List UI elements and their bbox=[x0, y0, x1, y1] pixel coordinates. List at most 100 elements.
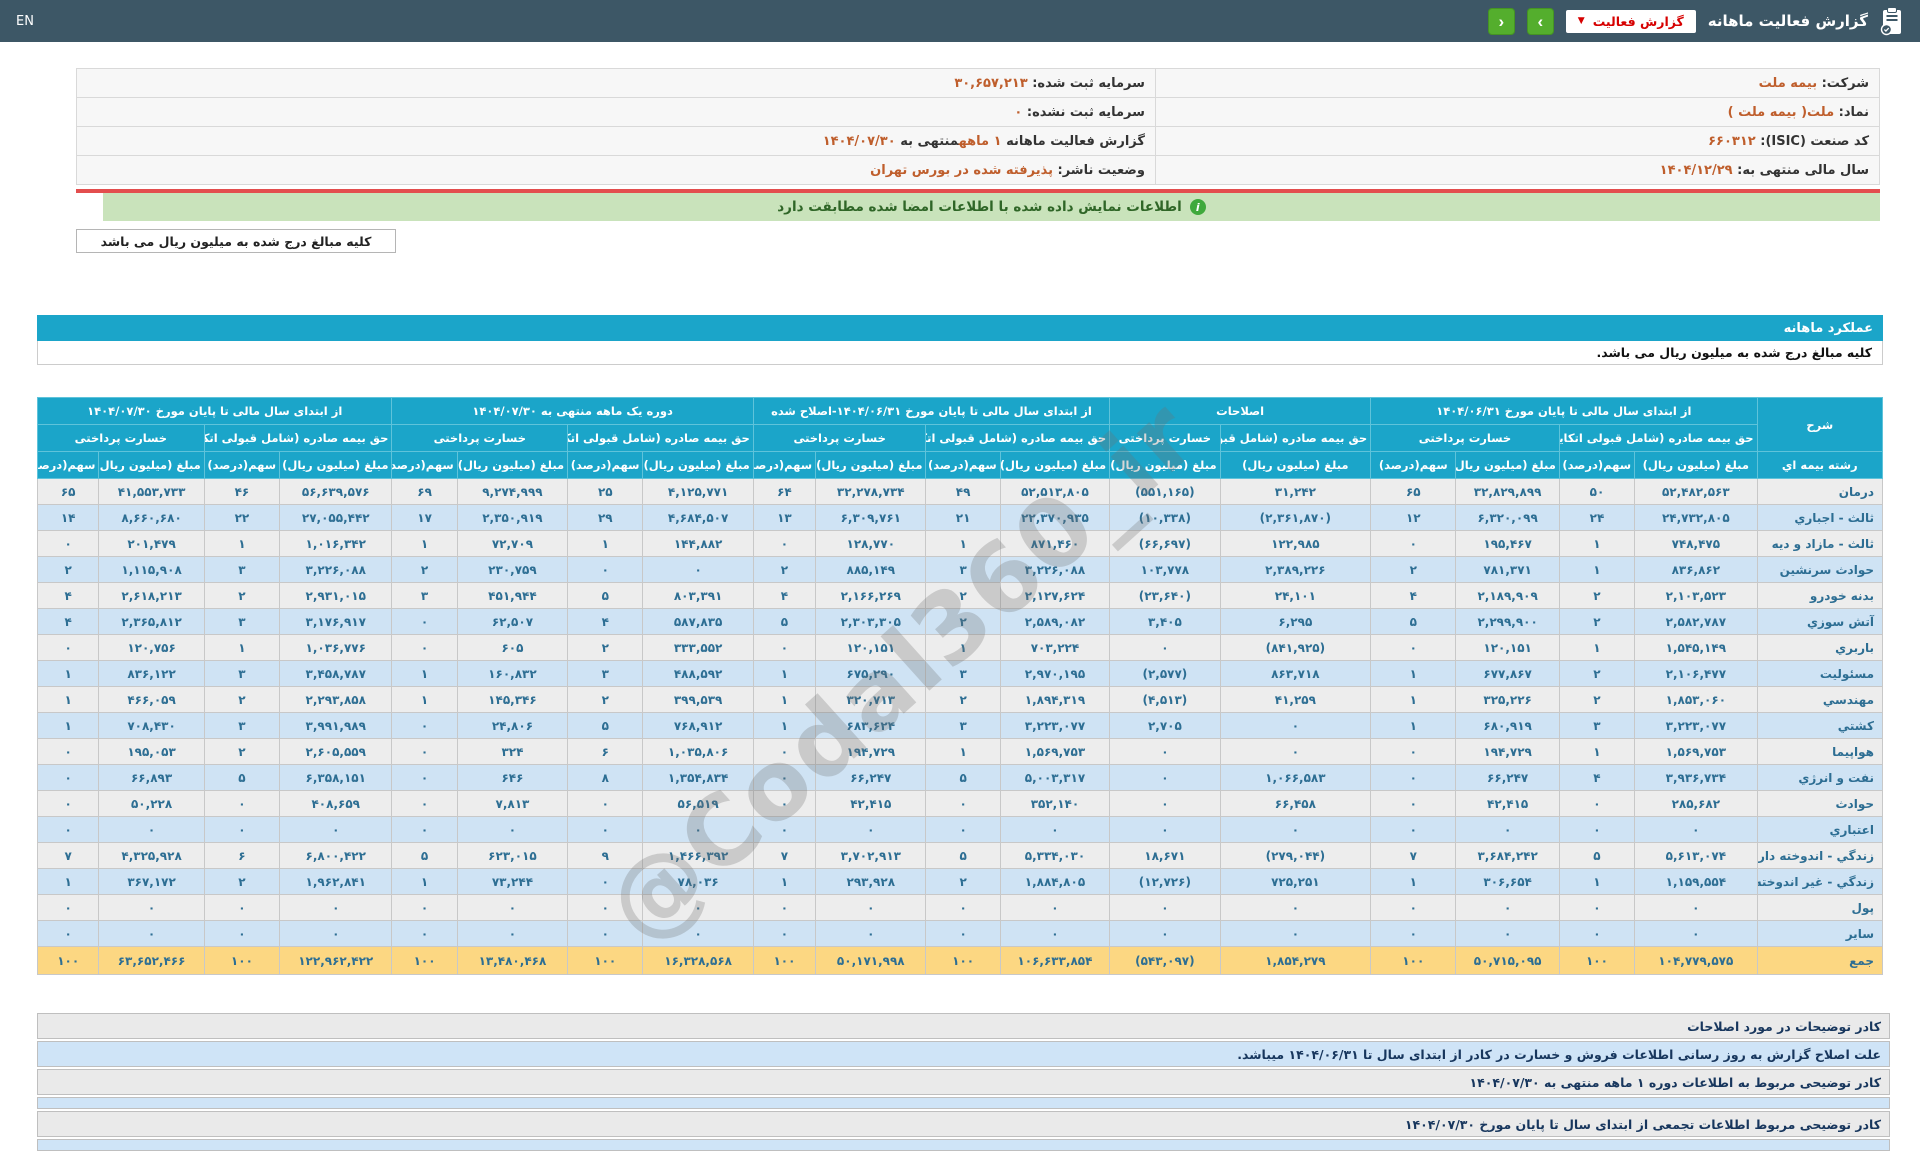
row-label: آتش سوزي bbox=[1756, 608, 1884, 635]
info-row: شرکت: بیمه ملت سرمایه ثبت شده: ۳۰,۶۵۷,۲۱۳ bbox=[76, 68, 1881, 98]
data-cell: ۰ bbox=[1634, 894, 1758, 921]
data-cell: ۱۰۴,۷۷۹,۵۷۵ bbox=[1634, 946, 1758, 975]
data-cell: ۱ bbox=[391, 660, 458, 687]
data-cell: ۰ bbox=[1634, 920, 1758, 947]
data-cell: ۱,۰۱۶,۳۴۲ bbox=[279, 530, 393, 557]
data-cell: ۶۰۵ bbox=[456, 634, 569, 661]
data-cell: ۶۶,۲۴۷ bbox=[815, 764, 927, 791]
data-cell: ۰ bbox=[1370, 530, 1457, 557]
language-toggle-en[interactable]: EN bbox=[16, 14, 34, 29]
data-cell: ۱۲۰,۱۵۱ bbox=[815, 634, 927, 661]
data-cell: ۵ bbox=[567, 712, 644, 739]
data-cell: ۳ bbox=[925, 660, 1001, 687]
data-cell: ۱,۵۴۵,۱۴۹ bbox=[1634, 634, 1758, 661]
col-header-share: سهم(درصد) bbox=[752, 451, 817, 479]
row-label: درمان bbox=[1756, 478, 1884, 505]
data-cell: ۰ bbox=[642, 920, 754, 947]
data-cell: ۰ bbox=[391, 816, 458, 843]
data-cell: ۳ bbox=[203, 608, 281, 635]
performance-table-wrap: @Codal360_ir شرح از ابتدای سال مالی تا پا… bbox=[36, 379, 1884, 975]
data-cell: ۰ bbox=[1370, 790, 1457, 817]
data-cell: ۰ bbox=[36, 920, 100, 947]
data-cell: ۱,۳۵۴,۸۳۴ bbox=[642, 764, 754, 791]
data-cell: ۱,۵۶۹,۷۵۳ bbox=[999, 738, 1111, 765]
row-label: کشتي bbox=[1756, 712, 1884, 739]
info-label: سال مالی منتهی به: bbox=[1732, 162, 1869, 178]
data-cell: ۲ bbox=[567, 686, 644, 713]
col-header-premium: حق بیمه صادره (شامل قبولی اتکایی) bbox=[925, 424, 1111, 452]
col-header-amount: مبلغ (میلیون ریال) bbox=[815, 451, 927, 479]
report-type-dropdown[interactable]: گزارش فعالیت ▼ bbox=[1565, 9, 1696, 33]
data-cell: ۱ bbox=[36, 660, 100, 687]
table-row: مهندسي ۱,۸۵۳,۰۶۰ ۲ ۳۲۵,۲۲۶ ۱ ۴۱,۲۵۹ (۴,۵۱۳) ۱,۸… bbox=[36, 686, 1884, 713]
note-empty-row bbox=[37, 1139, 1890, 1151]
data-cell: ۱۲ bbox=[1370, 504, 1457, 531]
info-label: شرکت: bbox=[1817, 75, 1869, 91]
data-cell: ۶۶,۸۹۳ bbox=[98, 764, 205, 791]
data-cell: ۲۷,۰۵۵,۴۴۲ bbox=[279, 504, 393, 531]
data-cell: ۳ bbox=[203, 660, 281, 687]
data-cell: ۲,۶۱۸,۲۱۳ bbox=[98, 582, 205, 609]
data-cell: ۱ bbox=[1558, 868, 1636, 895]
table-row: نفت و انرژي ۳,۹۳۶,۷۳۴ ۴ ۶۶,۲۴۷ ۰ ۱,۰۶۶,۵۸۳ ۰ ۵,… bbox=[36, 764, 1884, 791]
data-cell: ۰ bbox=[279, 920, 393, 947]
info-value: پذیرفته شده در بورس تهران bbox=[870, 162, 1053, 178]
previous-report-button[interactable]: ‹ bbox=[1487, 7, 1515, 35]
data-cell: ۷ bbox=[1370, 842, 1457, 869]
data-cell: ۸ bbox=[567, 764, 644, 791]
data-cell: ۰ bbox=[815, 816, 927, 843]
col-header-sharh: شرح bbox=[1756, 397, 1884, 452]
report-type-dropdown-label: گزارش فعالیت bbox=[1592, 13, 1684, 29]
data-cell: (۶۶,۶۹۷) bbox=[1109, 530, 1221, 557]
note-text-row: کادر توضیحی مربوط به اطلاعات دوره ۱ ماهه… bbox=[37, 1069, 1890, 1095]
data-cell: ۶,۸۰۰,۴۲۲ bbox=[279, 842, 393, 869]
next-report-button[interactable]: › bbox=[1526, 7, 1554, 35]
data-cell: ۰ bbox=[36, 634, 100, 661]
data-cell: ۴,۶۸۴,۵۰۷ bbox=[642, 504, 754, 531]
data-cell: ۰ bbox=[391, 608, 458, 635]
data-cell: ۱۲۲,۹۸۵ bbox=[1219, 530, 1372, 557]
data-cell: ۴۰۸,۶۵۹ bbox=[279, 790, 393, 817]
data-cell: ۰ bbox=[752, 764, 817, 791]
data-cell: ۰ bbox=[1219, 738, 1372, 765]
data-cell: ۵ bbox=[752, 608, 817, 635]
data-cell: ۱۲۲,۹۶۲,۴۲۲ bbox=[279, 946, 393, 975]
info-row: سال مالی منتهی به: ۱۴۰۴/۱۲/۲۹ وضعیت ناشر:… bbox=[76, 155, 1881, 185]
data-cell: ۰ bbox=[1370, 894, 1457, 921]
data-cell: ۰ bbox=[1219, 712, 1372, 739]
data-cell: ۶,۳۲۰,۰۹۹ bbox=[1455, 504, 1560, 531]
data-cell: ۲ bbox=[391, 556, 458, 583]
data-cell: ۱ bbox=[203, 634, 281, 661]
data-cell: (۱۲,۷۲۶) bbox=[1109, 868, 1221, 895]
data-cell: ۰ bbox=[1219, 894, 1372, 921]
data-cell: ۷۶۸,۹۱۲ bbox=[642, 712, 754, 739]
data-cell: ۱ bbox=[391, 868, 458, 895]
col-group-header: از ابتدای سال مالی تا پایان مورخ ۱۴۰۴/۰۶… bbox=[1370, 397, 1758, 425]
data-cell: ۰ bbox=[203, 790, 281, 817]
amounts-note-wrap: کلیه مبالغ درج شده به میلیون ریال می باش… bbox=[76, 229, 1880, 253]
col-header-amount: مبلغ (میلیون ریال) bbox=[1455, 451, 1560, 479]
data-cell: ۵ bbox=[567, 582, 644, 609]
data-cell: ۱,۰۳۵,۸۰۶ bbox=[642, 738, 754, 765]
data-cell: ۲۳۰,۷۵۹ bbox=[456, 556, 569, 583]
data-cell: (۲۳,۶۴۰) bbox=[1109, 582, 1221, 609]
data-cell: ۰ bbox=[1109, 790, 1221, 817]
info-cell: شرکت: بیمه ملت bbox=[1154, 68, 1881, 98]
data-cell: ۲۴,۸۰۶ bbox=[456, 712, 569, 739]
col-header-claims: خسارت پرداختی bbox=[1370, 424, 1560, 452]
col-header-premium: حق بیمه صادره (شامل قبولی اتکایی) bbox=[1558, 424, 1758, 452]
data-cell: ۰ bbox=[752, 530, 817, 557]
col-header-claims: خسارت پرداختی bbox=[37, 424, 205, 452]
row-label: جمع bbox=[1756, 946, 1884, 975]
data-cell: ۲ bbox=[203, 868, 281, 895]
row-label: ثالث - اجباري bbox=[1756, 504, 1884, 531]
col-header-premium: حق بیمه صادره (شامل قبولی اتکایی) bbox=[1219, 424, 1372, 452]
chevron-right-icon: › bbox=[1537, 11, 1544, 31]
data-cell: ۱۹۴,۷۲۹ bbox=[1455, 738, 1560, 765]
data-cell: ۱,۱۵۹,۵۵۴ bbox=[1634, 868, 1758, 895]
col-group-header: دوره یک ماهه منتهی به ۱۴۰۴/۰۷/۳۰ bbox=[391, 397, 754, 425]
data-cell: ۱ bbox=[752, 712, 817, 739]
data-cell: ۶۴۶ bbox=[456, 764, 569, 791]
data-cell: ۶۳,۶۵۲,۴۶۶ bbox=[98, 946, 205, 975]
data-cell: ۲۴,۱۰۱ bbox=[1219, 582, 1372, 609]
